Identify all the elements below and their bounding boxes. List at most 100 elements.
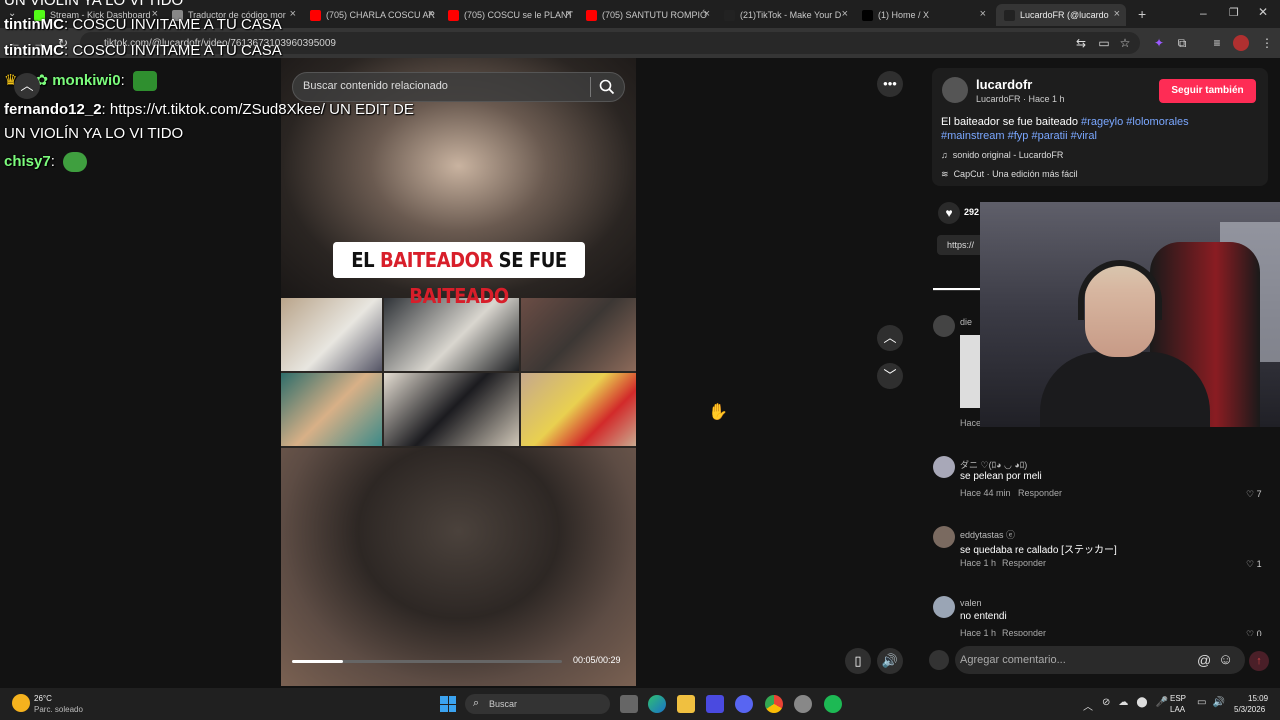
- tab-close-icon[interactable]: ×: [290, 8, 296, 20]
- comment-avatar[interactable]: [933, 596, 955, 618]
- close-window-button[interactable]: ✕: [1258, 5, 1268, 19]
- tab-close-icon[interactable]: ×: [704, 8, 710, 20]
- tab-close-icon[interactable]: ×: [842, 8, 848, 20]
- collage-thumb: [281, 298, 382, 371]
- translate-icon[interactable]: ⇆: [1072, 34, 1090, 52]
- tray-icons[interactable]: ⊘☁⬤🎤: [1102, 697, 1176, 708]
- tab-close-icon[interactable]: ×: [566, 8, 572, 20]
- edge-icon[interactable]: [648, 695, 666, 713]
- collage-thumb: [521, 373, 636, 446]
- sidebar-icon[interactable]: ≡: [1208, 34, 1226, 52]
- search-divider: [590, 77, 591, 97]
- chat-text: :: [120, 72, 125, 89]
- tab-close-icon[interactable]: ×: [980, 8, 986, 20]
- mouse-cursor-icon: ✋: [708, 404, 728, 421]
- sound-row[interactable]: ♫ sonido original - LucardoFR: [941, 150, 1063, 160]
- extension-icon[interactable]: ✦: [1150, 34, 1168, 52]
- clock-time[interactable]: 15:09: [1248, 694, 1268, 703]
- tab-favicon-icon: [586, 9, 597, 21]
- taskbar-search[interactable]: [465, 694, 610, 714]
- caption-part: EL: [351, 248, 380, 272]
- comment-author[interactable]: die: [960, 317, 972, 327]
- puzzle-icon[interactable]: ⧉: [1173, 34, 1191, 52]
- tab-label: (705) COSCU se le PLANT: [464, 10, 574, 20]
- lang-top[interactable]: ESP: [1170, 694, 1186, 703]
- like-button[interactable]: ♥: [938, 202, 960, 224]
- store-icon[interactable]: [706, 695, 724, 713]
- more-options-icon[interactable]: •••: [877, 71, 903, 97]
- heart-icon: ♡: [1246, 489, 1255, 499]
- tab-label: LucardoFR (@lucardo: [1020, 10, 1109, 20]
- video-progress-fill: [292, 660, 344, 663]
- close-overlay-icon[interactable]: ︿: [14, 73, 40, 99]
- follow-button[interactable]: Seguir también: [1159, 79, 1256, 103]
- task-view-icon[interactable]: [620, 695, 638, 713]
- comment-author[interactable]: eddytastas ⓔ: [960, 528, 1015, 541]
- comment-author[interactable]: valen: [960, 598, 982, 608]
- maximize-button[interactable]: ❐: [1229, 6, 1239, 19]
- chrome-profile-icon[interactable]: [794, 695, 812, 713]
- send-icon[interactable]: ↑: [1249, 651, 1269, 671]
- menu-icon[interactable]: ⋮: [1258, 34, 1276, 52]
- hashtags[interactable]: #rageylo #lolomorales: [1081, 116, 1189, 128]
- hashtags[interactable]: #mainstream #fyp #paratii #viral: [941, 130, 1097, 142]
- webcam-person-body: [1040, 352, 1210, 427]
- my-avatar: [929, 650, 949, 670]
- next-video-chevron-down-icon[interactable]: ﹀: [877, 363, 903, 389]
- tray-chevron-icon[interactable]: ︿: [1083, 698, 1093, 713]
- tab-close-icon[interactable]: ×: [1114, 8, 1120, 20]
- profile-avatar[interactable]: [1233, 35, 1249, 51]
- browser-tab[interactable]: (705) SANTUTU ROMPIÓ ×: [578, 4, 716, 26]
- chat-message: tintinMC: COSCU INVITAME A TU CASA: [4, 16, 282, 33]
- comment-avatar[interactable]: [933, 456, 955, 478]
- cast-icon[interactable]: ▭: [1095, 34, 1113, 52]
- reply-button[interactable]: Responder: [1002, 558, 1046, 568]
- start-tile: [440, 696, 448, 704]
- comment-text: no entendi: [960, 611, 1007, 622]
- minimize-button[interactable]: –: [1200, 6, 1207, 20]
- collage-thumb: [521, 298, 636, 371]
- chat-text: : COSCU INVITAME A TU CASA: [63, 16, 282, 33]
- comment-like-count: 1: [1256, 559, 1262, 569]
- author-username[interactable]: lucardofr: [976, 77, 1032, 92]
- music-note-icon: ♫: [941, 150, 948, 160]
- like-count: 292: [964, 207, 980, 217]
- browser-tab[interactable]: (705) CHARLA COSCU AR ×: [302, 4, 440, 26]
- search-icon[interactable]: [598, 78, 616, 96]
- tab-close-icon[interactable]: ×: [428, 8, 434, 20]
- capcut-row[interactable]: ≋ CapCut · Una edición más fácil: [941, 169, 1078, 180]
- heart-icon: ♡: [1246, 559, 1255, 569]
- browser-tab[interactable]: LucardoFR (@lucardo ×: [996, 4, 1126, 26]
- comment-like[interactable]: ♡ 7: [1246, 489, 1262, 500]
- new-tab-button[interactable]: +: [1138, 6, 1146, 22]
- network-volume-icons[interactable]: ▭🔊: [1197, 697, 1231, 708]
- volume-icon[interactable]: 🔊: [877, 648, 903, 674]
- weather-temp[interactable]: 26°C: [34, 694, 52, 703]
- start-button[interactable]: [440, 696, 456, 712]
- discord-icon[interactable]: [735, 695, 753, 713]
- clock-date: 5/3/2026: [1234, 705, 1266, 714]
- tab-favicon-icon: [448, 9, 459, 21]
- chrome-icon[interactable]: [765, 695, 783, 713]
- reply-button[interactable]: Responder: [1018, 488, 1062, 498]
- comment-avatar[interactable]: [933, 526, 955, 548]
- previous-video-chevron-up-icon[interactable]: ︿: [877, 325, 903, 351]
- weather-icon[interactable]: [12, 694, 30, 712]
- video-player[interactable]: [281, 58, 636, 686]
- browser-tab[interactable]: (1) Home / X ×: [854, 4, 992, 26]
- comment-avatar[interactable]: [933, 315, 955, 337]
- browser-tab[interactable]: (705) COSCU se le PLANT ×: [440, 4, 578, 26]
- browser-tab[interactable]: (21)TikTok - Make Your D ×: [716, 4, 854, 26]
- bookmark-star-icon[interactable]: ☆: [1116, 34, 1134, 52]
- pip-icon[interactable]: ▯: [845, 648, 871, 674]
- author-avatar[interactable]: [942, 77, 968, 103]
- comment-like[interactable]: ♡ 1: [1246, 559, 1262, 570]
- file-explorer-icon[interactable]: [677, 695, 695, 713]
- spotify-icon[interactable]: [824, 695, 842, 713]
- emoji-icon[interactable]: ☺: [1218, 651, 1233, 668]
- pepe-emote-icon: [132, 71, 157, 92]
- comment-author[interactable]: ダニ ♡(ﾛ◕ ◡ ◕ﾛ): [960, 458, 1027, 471]
- mention-icon[interactable]: @: [1197, 652, 1211, 668]
- post-description: El baiteador se fue baiteado #rageylo #l…: [941, 115, 1261, 143]
- chat-user: fernando12_2: [4, 101, 102, 118]
